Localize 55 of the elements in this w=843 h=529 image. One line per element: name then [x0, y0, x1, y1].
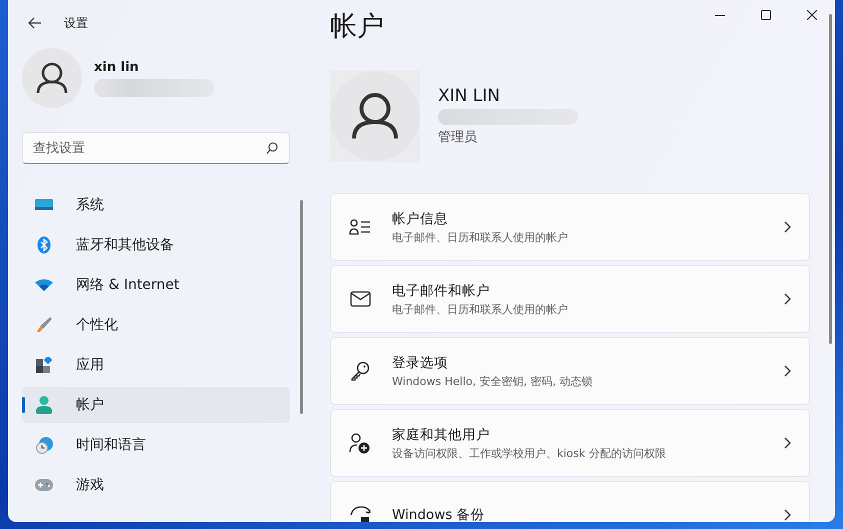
- selection-indicator: [22, 397, 25, 413]
- sync-icon: [349, 505, 371, 522]
- card-description: 设备访问权限、工作或学校用户、kiosk 分配的访问权限: [392, 446, 667, 460]
- card-description: Windows Hello, 安全密钥, 密码, 动态锁: [392, 374, 594, 388]
- scrollbar[interactable]: [829, 14, 832, 344]
- search-field[interactable]: 查找设置: [22, 132, 290, 164]
- chevron-right-icon: [784, 365, 791, 377]
- key-icon: [350, 361, 370, 381]
- paintbrush-icon: [36, 317, 52, 333]
- person-icon: [36, 396, 52, 414]
- settings-card[interactable]: 家庭和其他用户 设备访问权限、工作或学校用户、kiosk 分配的访问权限: [330, 409, 810, 477]
- chevron-right-icon: [784, 437, 791, 449]
- card-title: 电子邮件和帐户: [392, 282, 491, 300]
- nav-item[interactable]: 蓝牙和其他设备: [22, 227, 290, 263]
- card-description: 电子邮件、日历和联系人使用的帐户: [392, 302, 569, 316]
- nav-item[interactable]: 帐户: [22, 387, 290, 423]
- chevron-right-icon: [784, 509, 791, 521]
- page-title: 帐户: [330, 10, 385, 44]
- contact-list-icon: [349, 219, 371, 235]
- account-name: XIN LIN: [438, 86, 501, 106]
- nav-item[interactable]: 应用: [22, 347, 290, 383]
- avatar: [22, 48, 82, 108]
- user-name: xin lin: [94, 60, 140, 74]
- chevron-right-icon: [784, 221, 791, 233]
- settings-card[interactable]: 帐户信息 电子邮件、日历和联系人使用的帐户: [330, 193, 810, 261]
- nav-item[interactable]: 网络 & Internet: [22, 267, 290, 303]
- nav-item[interactable]: 游戏: [22, 467, 290, 503]
- minimize-icon: [715, 14, 725, 16]
- bluetooth-icon: [37, 236, 51, 254]
- settings-card[interactable]: 登录选项 Windows Hello, 安全密钥, 密码, 动态锁: [330, 337, 810, 405]
- settings-card[interactable]: Windows 备份: [330, 481, 810, 522]
- gamepad-icon: [35, 479, 53, 491]
- window-title: 设置: [64, 14, 88, 32]
- nav-item[interactable]: 个性化: [22, 307, 290, 343]
- card-title: 登录选项: [392, 354, 449, 372]
- wifi-icon: [35, 279, 53, 291]
- monitor-icon: [35, 198, 53, 212]
- back-arrow-icon: [28, 17, 42, 29]
- search-icon: [266, 142, 278, 154]
- account-role: 管理员: [438, 129, 478, 146]
- scrollbar[interactable]: [300, 200, 303, 414]
- maximize-icon: [761, 10, 771, 20]
- card-title: 家庭和其他用户: [392, 426, 491, 444]
- card-description: 电子邮件、日历和联系人使用的帐户: [392, 230, 569, 244]
- person-add-icon: [349, 432, 371, 454]
- envelope-icon: [350, 291, 370, 307]
- nav-item[interactable]: 系统: [22, 187, 290, 223]
- settings-card[interactable]: 电子邮件和帐户 电子邮件、日历和联系人使用的帐户: [330, 265, 810, 333]
- card-title: 帐户信息: [392, 210, 449, 228]
- chevron-right-icon: [784, 293, 791, 305]
- globe-clock-icon: [36, 436, 52, 454]
- close-icon: [807, 10, 817, 20]
- nav-item[interactable]: 时间和语言: [22, 427, 290, 463]
- apps-icon: [36, 357, 52, 373]
- card-title: Windows 备份: [392, 506, 486, 522]
